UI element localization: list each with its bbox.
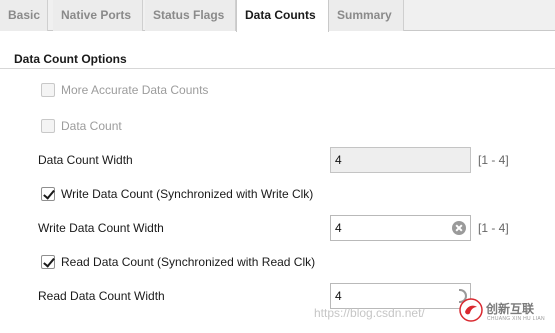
- write-data-count-width-range: [1 - 4]: [478, 221, 509, 235]
- brand-logo-icon: [459, 298, 483, 322]
- read-data-count-checkbox[interactable]: [41, 255, 55, 269]
- watermark-brand: 创新互联: [486, 302, 535, 316]
- data-count-width-value: 4: [335, 153, 342, 167]
- tab-status-flags[interactable]: Status Flags: [145, 0, 236, 31]
- write-data-count-option: Write Data Count (Synchronized with Writ…: [41, 186, 313, 202]
- write-data-count-width-input[interactable]: 4: [330, 215, 471, 241]
- tab-data-counts[interactable]: Data Counts: [236, 0, 329, 32]
- tab-bar: Basic Native Ports Status Flags Data Cou…: [0, 0, 555, 32]
- tab-summary[interactable]: Summary: [329, 0, 404, 31]
- watermark-subtitle: CHUANG XIN HU LIAN: [487, 316, 545, 322]
- write-data-count-label: Write Data Count (Synchronized with Writ…: [61, 187, 314, 201]
- write-data-count-width-label: Write Data Count Width: [38, 221, 164, 235]
- section-title: Data Count Options: [14, 52, 127, 66]
- data-count-label: Data Count: [61, 119, 122, 133]
- data-count-option: Data Count: [41, 118, 122, 134]
- section-divider: [0, 68, 555, 69]
- data-count-checkbox[interactable]: [41, 119, 55, 133]
- read-data-count-option: Read Data Count (Synchronized with Read …: [41, 254, 315, 270]
- data-counts-panel: Basic Native Ports Status Flags Data Cou…: [0, 0, 555, 333]
- tab-native-ports[interactable]: Native Ports: [53, 0, 143, 31]
- more-accurate-data-counts-checkbox[interactable]: [41, 83, 55, 97]
- tab-basic[interactable]: Basic: [0, 0, 48, 31]
- more-accurate-data-counts-option: More Accurate Data Counts: [41, 82, 208, 98]
- data-count-width-label: Data Count Width: [38, 153, 133, 167]
- read-data-count-width-label: Read Data Count Width: [38, 289, 165, 303]
- data-count-width-range: [1 - 4]: [478, 153, 509, 167]
- read-data-count-label: Read Data Count (Synchronized with Read …: [61, 255, 316, 269]
- read-data-count-width-value: 4: [335, 289, 342, 303]
- watermark-url: https://blog.csdn.net/: [314, 306, 425, 320]
- clear-icon[interactable]: [452, 221, 466, 235]
- data-count-width-field: 4: [330, 147, 471, 173]
- write-data-count-width-value: 4: [335, 221, 342, 235]
- write-data-count-checkbox[interactable]: [41, 187, 55, 201]
- more-accurate-data-counts-label: More Accurate Data Counts: [61, 83, 209, 97]
